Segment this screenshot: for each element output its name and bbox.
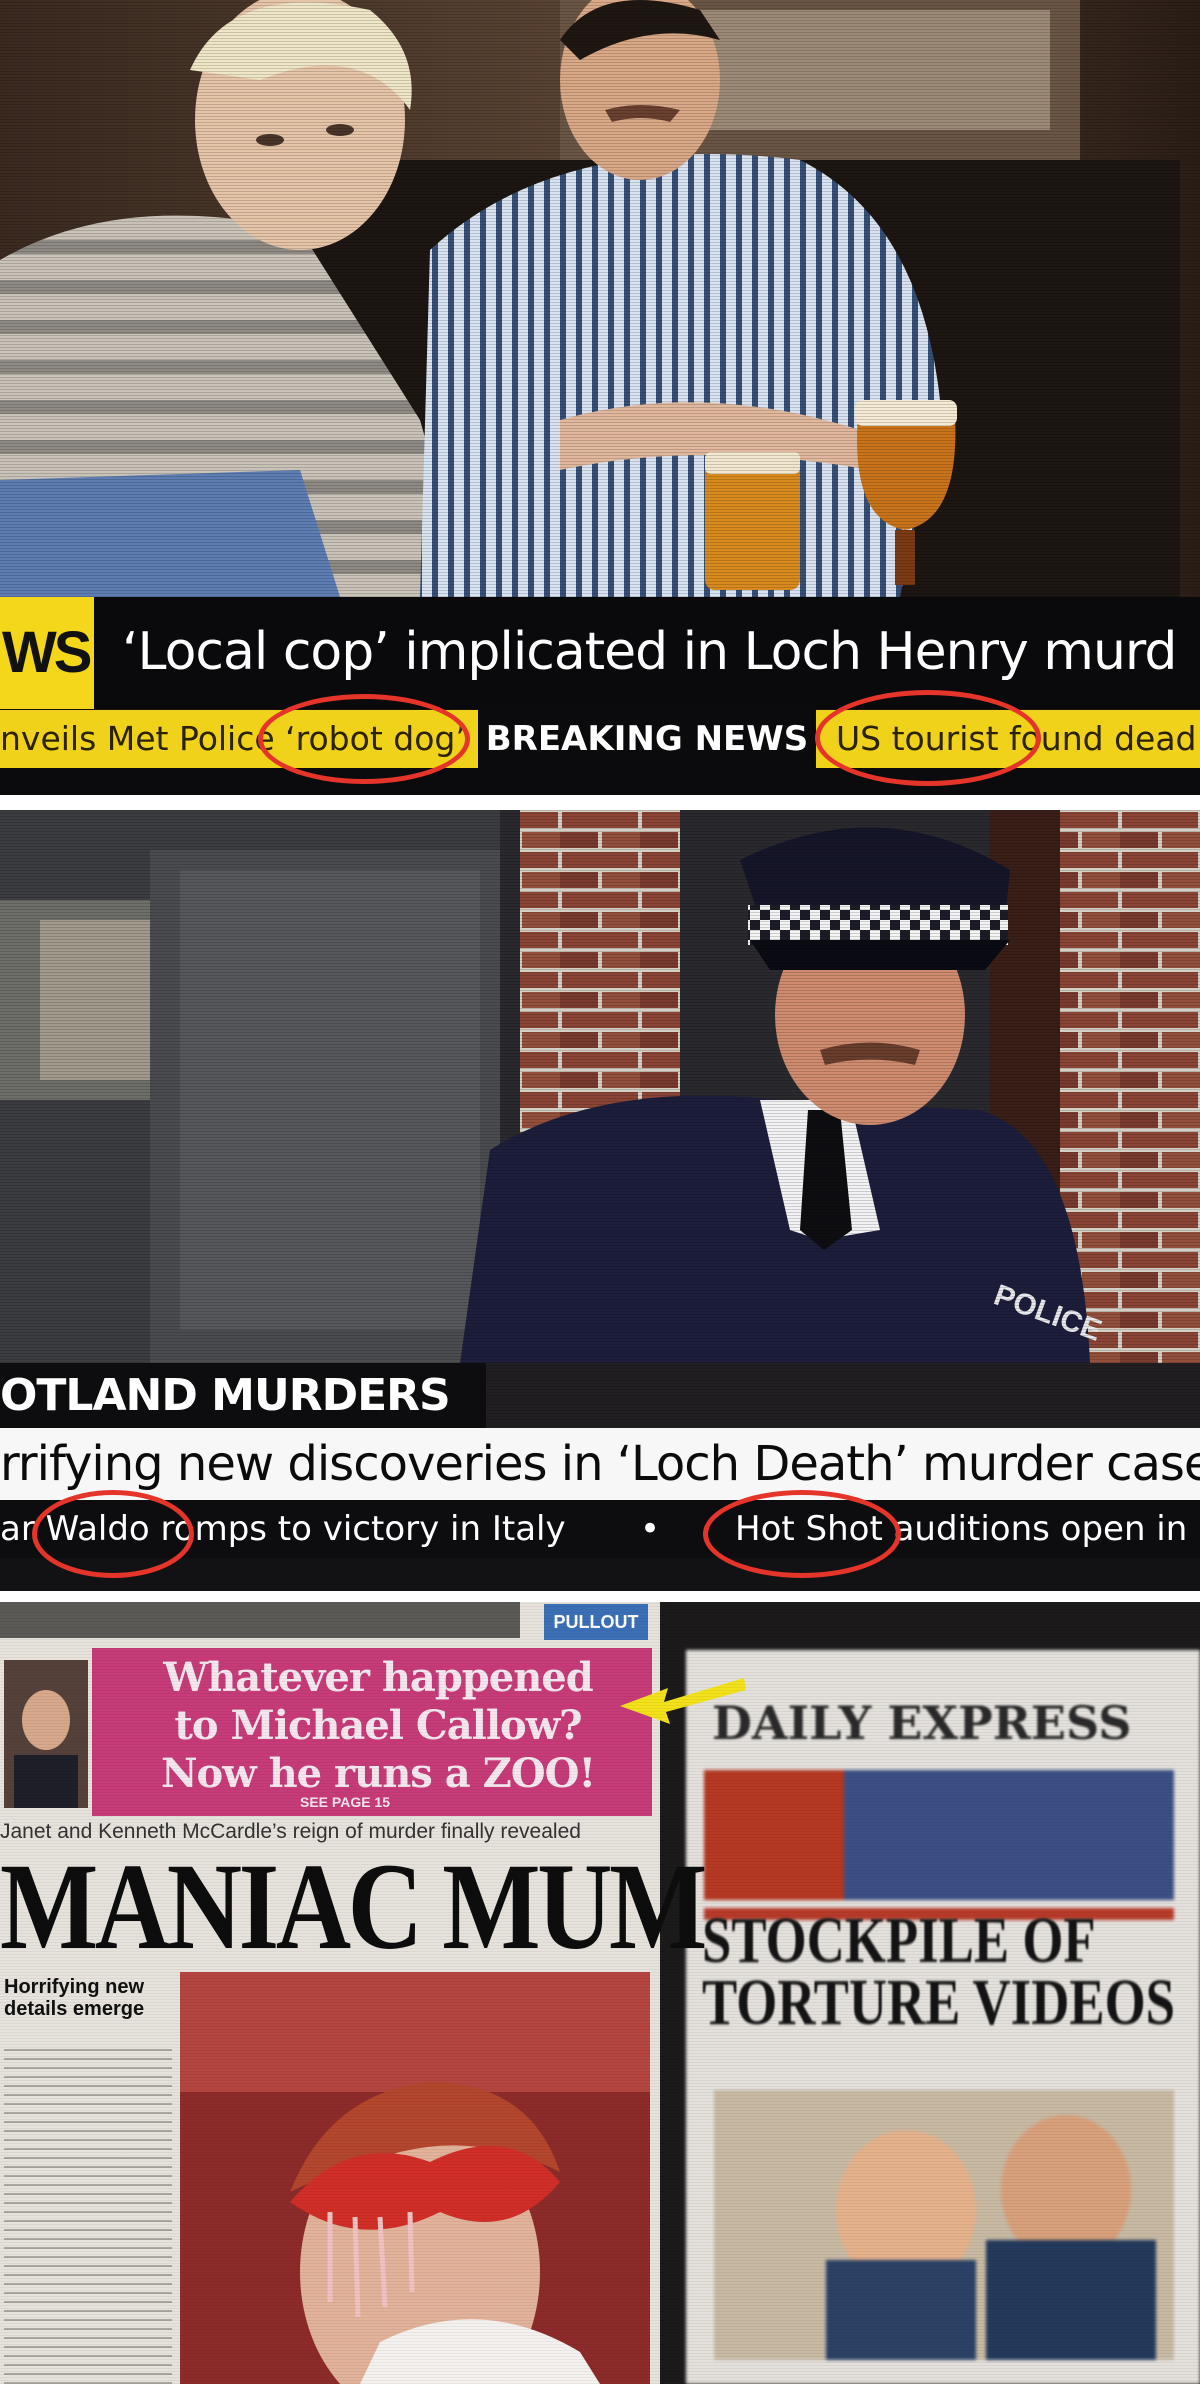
teaser-line-1: Whatever happened [163, 1654, 593, 1701]
teaser-thumbnail [4, 1660, 88, 1808]
headline-text: ‘Local cop’ implicated in Loch Henry mur… [122, 622, 1177, 682]
yellow-arrow-icon [620, 1678, 746, 1724]
highlight-circle-robot-dog [258, 694, 470, 784]
lower-bar-2 [0, 1558, 1200, 1591]
body-text-column [4, 2045, 172, 2384]
pullout-badge: PULLOUT [544, 1604, 648, 1640]
teaser-line-2: to Michael Callow? [174, 1702, 582, 1749]
channel-tag: WS [0, 597, 94, 709]
breaking-news-label: BREAKING NEWS [478, 706, 816, 772]
express-headline-line-1: STOCKPILE OF [702, 1904, 1096, 1977]
teaser-page-ref: SEE PAGE 15 [300, 1794, 391, 1810]
tabloid-headline: MANIAC MUM [0, 1838, 707, 1975]
teaser-line-3: Now he runs a ZOO! [160, 1750, 596, 1797]
highlight-circle-waldo [32, 1490, 194, 1578]
ticker-separator: • [640, 1509, 661, 1549]
tabloid-subhead: Horrifying new details emerge [4, 1976, 145, 2020]
masked-woman-photo [180, 1972, 650, 2384]
express-masthead: DAILY EXPRESS [712, 1696, 1132, 1750]
headline-text-2: rrifying new discoveries in ‘Loch Death’… [0, 1428, 1200, 1500]
portrait-thumbnail [14, 1690, 78, 1808]
express-headline: STOCKPILE OF TORTURE VIDEOS [702, 1904, 1176, 2039]
masthead-strip [0, 1602, 520, 1638]
lower-bar [0, 768, 1200, 795]
officer-photo: POLICE [0, 810, 1200, 1363]
express-headline-line-2: TORTURE VIDEOS [702, 1966, 1176, 2039]
highlight-circle-us-tourist [815, 690, 1041, 786]
section-tag: OTLAND MURDERS [0, 1363, 486, 1428]
highlight-circle-hot-shot [703, 1490, 901, 1578]
pub-photo [0, 0, 1200, 597]
